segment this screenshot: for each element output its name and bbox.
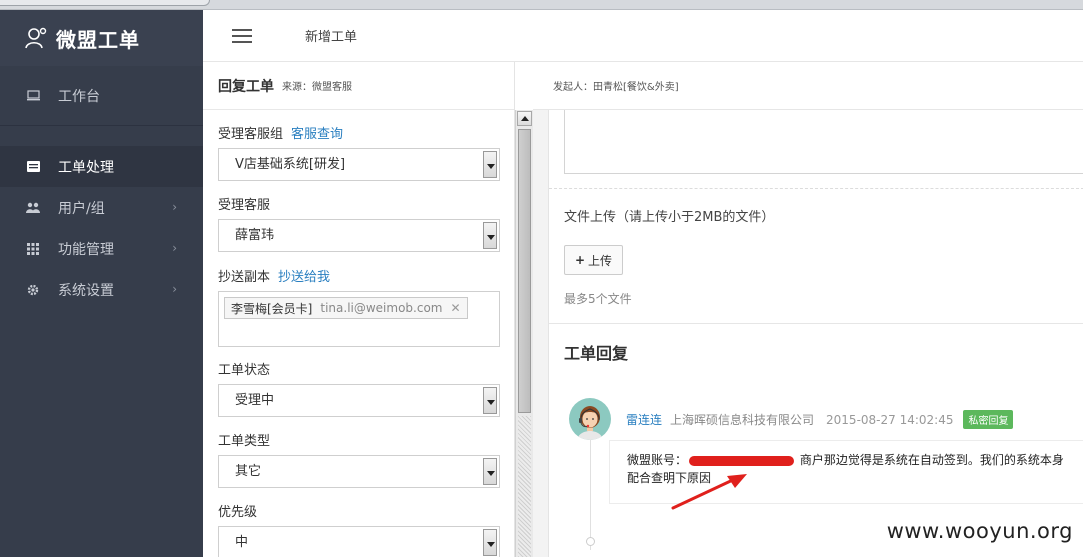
group-select-value: V店基础系统[研发] bbox=[235, 157, 346, 172]
status-field: 工单状态 受理中 bbox=[203, 361, 514, 417]
initiator-header: 发起人：田青松[餐饮&外卖] bbox=[533, 62, 1083, 110]
divider bbox=[549, 323, 1083, 324]
priority-label: 优先级 bbox=[218, 505, 258, 520]
chevron-right-icon: › bbox=[172, 241, 177, 255]
cc-input[interactable]: 李雪梅[会员卡] tina.li@weimob.com ✕ bbox=[218, 291, 500, 347]
scroll-thumb[interactable] bbox=[518, 129, 531, 413]
browser-tab-edge bbox=[0, 0, 210, 6]
upload-button[interactable]: + 上传 bbox=[564, 245, 623, 275]
cc-field: 抄送副本 抄送给我 李雪梅[会员卡] tina.li@weimob.com ✕ bbox=[203, 268, 514, 347]
sidebar-item-workbench[interactable]: 工作台 bbox=[0, 66, 203, 126]
status-select-value: 受理中 bbox=[235, 393, 275, 408]
initiator-text: 发起人：田青松[餐饮&外卖] bbox=[553, 82, 679, 93]
sidebar-item-label: 工作台 bbox=[58, 88, 100, 105]
cc-tag: 李雪梅[会员卡] tina.li@weimob.com ✕ bbox=[224, 297, 468, 319]
close-icon[interactable]: ✕ bbox=[450, 301, 460, 315]
sidebar-item-tickets[interactable]: 工单处理 bbox=[0, 146, 203, 187]
priority-select[interactable]: 中 bbox=[218, 526, 500, 557]
grid-icon bbox=[26, 242, 40, 256]
form-header: 回复工单 来源：微盟客服 bbox=[203, 62, 514, 110]
group-label: 受理客服组 bbox=[218, 127, 284, 142]
sidebar-item-label: 系统设置 bbox=[58, 282, 114, 299]
ticket-detail-panel: 发起人：田青松[餐饮&外卖] 文件上传（请上传小于2MB的文件） + 上传 最多… bbox=[533, 62, 1083, 557]
sidebar: 微盟工单 工作台 工单处理 用户/组 › 功能管理 › 系统设置 › bbox=[0, 10, 203, 557]
group-query-link[interactable]: 客服查询 bbox=[291, 127, 343, 142]
chevron-right-icon: › bbox=[172, 282, 177, 296]
reply-form-panel: 回复工单 来源：微盟客服 受理客服组 客服查询 V店基础系统[研发] 受理客服 薛… bbox=[203, 62, 515, 557]
agent-select-value: 薛富玮 bbox=[235, 228, 275, 243]
browser-top-strip bbox=[0, 0, 1083, 10]
sidebar-item-label: 功能管理 bbox=[58, 241, 114, 258]
reply-line1-suffix: 商户那边觉得是系统在自动签到。我们的系统本身 bbox=[796, 453, 1064, 467]
private-reply-badge: 私密回复 bbox=[963, 410, 1014, 429]
reply-textarea[interactable] bbox=[564, 110, 1083, 174]
sidebar-item-label: 工单处理 bbox=[58, 159, 114, 176]
dropdown-arrow-icon[interactable] bbox=[483, 387, 497, 414]
scroll-track[interactable] bbox=[518, 416, 531, 557]
priority-field: 优先级 中 bbox=[203, 503, 514, 557]
group-select[interactable]: V店基础系统[研发] bbox=[218, 148, 500, 181]
gear-icon bbox=[26, 283, 40, 297]
form-source: 来源：微盟客服 bbox=[282, 82, 352, 93]
dropdown-arrow-icon[interactable] bbox=[483, 222, 497, 249]
plus-icon: + bbox=[574, 253, 586, 267]
scroll-up-button[interactable] bbox=[517, 111, 532, 126]
brand[interactable]: 微盟工单 bbox=[0, 10, 203, 66]
ticket-card: 文件上传（请上传小于2MB的文件） + 上传 最多5个文件 工单回复 雷连连 上… bbox=[548, 110, 1083, 557]
form-heading: 回复工单 bbox=[218, 78, 274, 95]
dropdown-arrow-icon[interactable] bbox=[483, 529, 497, 556]
upload-hint: 最多5个文件 bbox=[564, 292, 632, 306]
cc-tag-name: 李雪梅[会员卡] bbox=[231, 301, 313, 316]
reply-time: 2015-08-27 14:02:45 bbox=[826, 412, 954, 427]
status-select[interactable]: 受理中 bbox=[218, 384, 500, 417]
upload-label: 文件上传（请上传小于2MB的文件） bbox=[564, 210, 775, 225]
priority-select-value: 中 bbox=[235, 535, 249, 550]
redaction-mark bbox=[689, 455, 795, 466]
menu-toggle-icon[interactable] bbox=[232, 28, 252, 43]
divider bbox=[549, 188, 1083, 189]
type-label: 工单类型 bbox=[218, 434, 271, 449]
agent-select[interactable]: 薛富玮 bbox=[218, 219, 500, 252]
status-label: 工单状态 bbox=[218, 363, 271, 378]
agent-label: 受理客服 bbox=[218, 198, 271, 213]
monitor-icon bbox=[26, 89, 40, 103]
type-select[interactable]: 其它 bbox=[218, 455, 500, 488]
cc-tag-email: tina.li@weimob.com bbox=[320, 301, 443, 315]
type-select-value: 其它 bbox=[235, 464, 262, 479]
cc-label: 抄送副本 bbox=[218, 270, 271, 285]
upload-button-label: 上传 bbox=[588, 253, 613, 268]
annotation-arrow-icon bbox=[671, 474, 747, 510]
reply-company: 上海晖硕信息科技有限公司 bbox=[670, 413, 815, 427]
form-scrollbar[interactable] bbox=[515, 110, 533, 557]
sidebar-item-features[interactable]: 功能管理 › bbox=[0, 228, 203, 269]
sidebar-item-users[interactable]: 用户/组 › bbox=[0, 187, 203, 228]
chevron-right-icon: › bbox=[172, 200, 177, 214]
agent-field: 受理客服 薛富玮 bbox=[203, 196, 514, 252]
cc-me-link[interactable]: 抄送给我 bbox=[278, 270, 330, 285]
reply-meta: 雷连连 上海晖硕信息科技有限公司 2015-08-27 14:02:45 私密回… bbox=[626, 410, 1014, 429]
sidebar-item-settings[interactable]: 系统设置 › bbox=[0, 269, 203, 310]
sidebar-item-label: 用户/组 bbox=[58, 200, 105, 217]
dropdown-arrow-icon[interactable] bbox=[483, 458, 497, 485]
dropdown-arrow-icon[interactable] bbox=[483, 151, 497, 178]
reply-section-title: 工单回复 bbox=[564, 344, 629, 363]
page-title: 新增工单 bbox=[305, 30, 358, 45]
reply-line1-prefix: 微盟账号： bbox=[627, 453, 688, 467]
reply-author[interactable]: 雷连连 bbox=[626, 411, 662, 428]
ticket-icon bbox=[26, 160, 40, 174]
logo-icon bbox=[25, 27, 47, 49]
timeline-dot bbox=[586, 537, 595, 546]
avatar bbox=[569, 398, 611, 440]
users-icon bbox=[26, 201, 40, 215]
top-header: 新增工单 bbox=[203, 10, 1083, 62]
type-field: 工单类型 其它 bbox=[203, 432, 514, 488]
group-field: 受理客服组 客服查询 V店基础系统[研发] bbox=[203, 125, 514, 181]
watermark: www.wooyun.org bbox=[886, 519, 1073, 543]
brand-title: 微盟工单 bbox=[56, 27, 140, 52]
